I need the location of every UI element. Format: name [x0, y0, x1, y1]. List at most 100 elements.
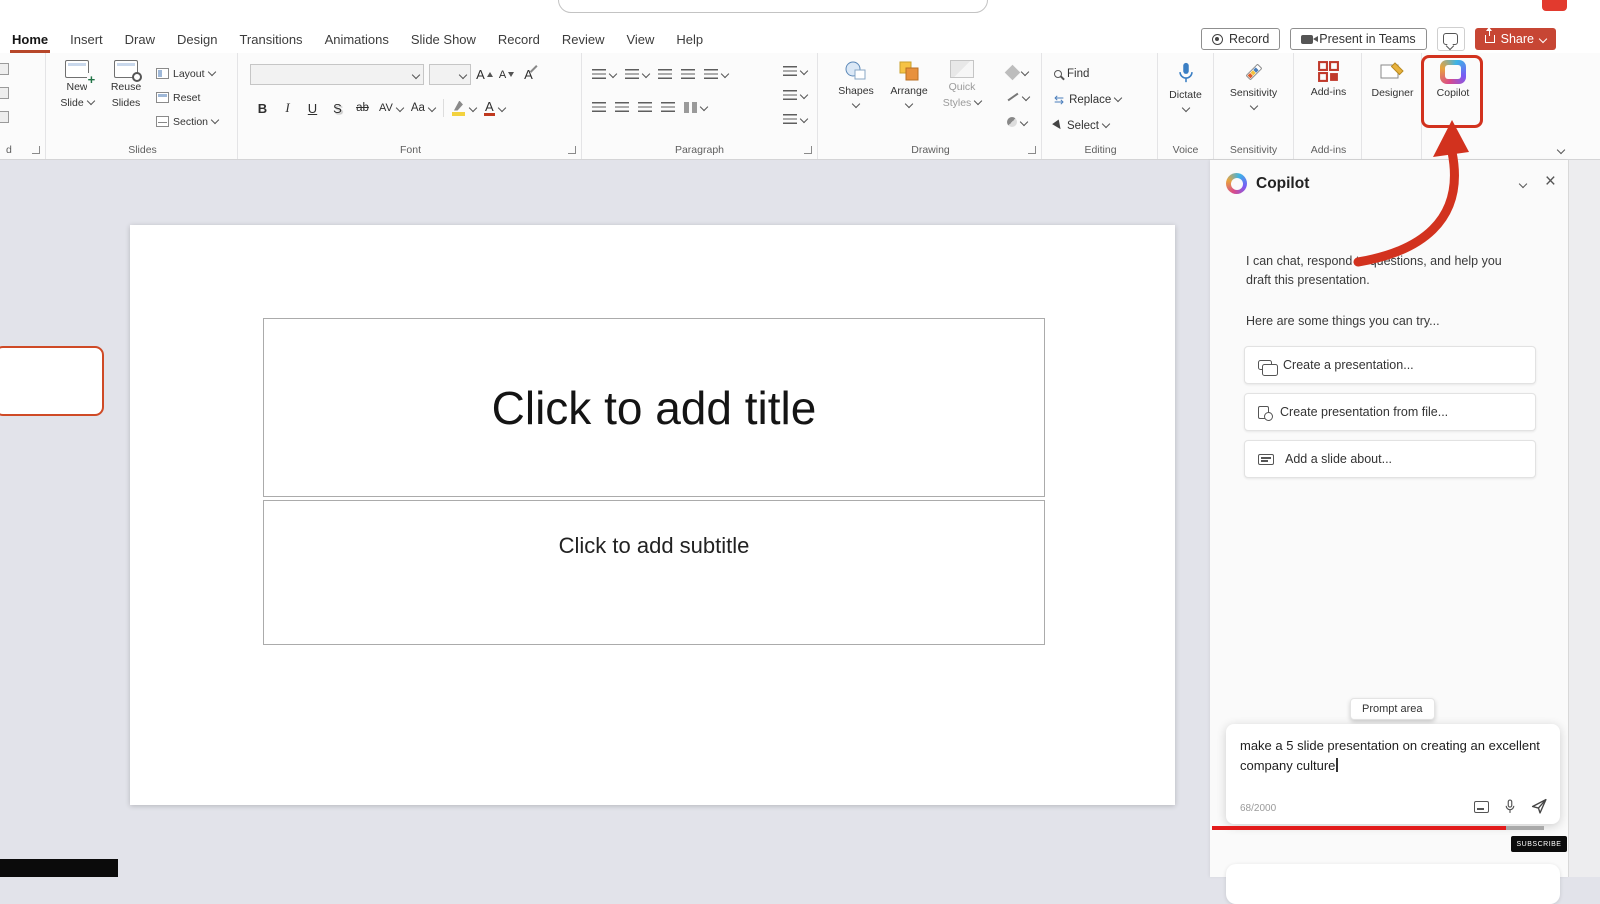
close-icon[interactable]: × [1545, 172, 1556, 191]
suggestion-create-presentation[interactable]: Create a presentation... [1244, 346, 1536, 384]
find-icon [1054, 70, 1062, 78]
font-name-combo[interactable] [250, 64, 424, 85]
subtitle-placeholder[interactable]: Click to add subtitle [263, 500, 1045, 645]
divider [443, 99, 444, 117]
underline-button[interactable]: U [304, 98, 321, 118]
comments-button[interactable] [1437, 27, 1465, 51]
copilot-prompt-input[interactable]: make a 5 slide presentation on creating … [1226, 724, 1560, 776]
replace-button[interactable]: ⇆Replace [1054, 88, 1121, 111]
dialog-launcher-icon[interactable] [568, 146, 576, 154]
strikethrough-button[interactable]: ab [354, 98, 371, 118]
cut-icon[interactable] [0, 63, 9, 75]
comment-icon [1443, 33, 1458, 45]
tab-view[interactable]: View [615, 25, 665, 53]
quick-styles-button[interactable]: Quick Styles [940, 53, 984, 110]
line-spacing-button[interactable] [704, 65, 728, 83]
title-placeholder[interactable]: Click to add title [263, 318, 1045, 497]
arrange-button[interactable]: Arrange [886, 53, 932, 110]
section-button[interactable]: Section [156, 113, 218, 130]
subscribe-badge: SUBSCRIBE [1511, 836, 1567, 852]
grow-font-button[interactable]: A [476, 65, 493, 85]
tab-design[interactable]: Design [166, 25, 228, 53]
text-caret [1336, 758, 1337, 772]
italic-button[interactable]: I [279, 98, 296, 118]
align-center-icon [615, 102, 629, 113]
align-center-button[interactable] [615, 98, 629, 116]
text-direction-button[interactable] [783, 62, 807, 80]
columns-button[interactable] [684, 98, 707, 116]
collapse-ribbon-icon[interactable] [1557, 146, 1565, 154]
reset-icon [156, 92, 169, 103]
share-button[interactable]: Share [1475, 28, 1556, 50]
dialog-launcher-icon[interactable] [804, 146, 812, 154]
slide-thumbnail[interactable] [0, 346, 104, 416]
record-button[interactable]: Record [1201, 28, 1280, 50]
shape-effects-button[interactable] [1007, 113, 1029, 131]
mic-icon[interactable] [1503, 798, 1517, 815]
clear-formatting-button[interactable]: A [520, 65, 537, 85]
outdent-icon [658, 69, 672, 80]
change-case-button[interactable]: Aa [411, 98, 435, 118]
tab-record[interactable]: Record [487, 25, 551, 53]
tab-draw[interactable]: Draw [114, 25, 166, 53]
shrink-font-button[interactable]: A [498, 65, 515, 85]
designer-button[interactable]: Designer [1364, 53, 1421, 100]
tab-animations[interactable]: Animations [314, 25, 400, 53]
find-button[interactable]: Find [1054, 62, 1121, 85]
columns-icon [684, 102, 697, 113]
tab-review[interactable]: Review [551, 25, 616, 53]
sensitivity-button[interactable]: Sensitivity [1214, 53, 1293, 109]
format-painter-icon[interactable] [0, 111, 9, 123]
shape-fill-button[interactable] [1007, 63, 1029, 81]
suggestion-add-slide[interactable]: Add a slide about... [1244, 440, 1536, 478]
layout-button[interactable]: Layout [156, 65, 218, 82]
chevron-down-icon [1539, 35, 1547, 43]
highlight-color-button[interactable] [452, 98, 476, 118]
copilot-pane: Copilot × I can chat, respond to questio… [1210, 160, 1568, 877]
dictate-button[interactable]: Dictate [1158, 53, 1213, 111]
dialog-launcher-icon[interactable] [1028, 146, 1036, 154]
tab-slide-show[interactable]: Slide Show [400, 25, 487, 53]
tab-insert[interactable]: Insert [59, 25, 114, 53]
tab-home[interactable]: Home [1, 25, 59, 53]
align-right-button[interactable] [638, 98, 652, 116]
smartart-button[interactable] [783, 110, 807, 128]
font-size-combo[interactable] [429, 64, 471, 85]
ribbon-tab-row: Home Insert Draw Design Transitions Anim… [0, 25, 1600, 53]
shapes-icon [844, 60, 868, 82]
send-icon[interactable] [1531, 798, 1548, 815]
shape-outline-button[interactable] [1007, 88, 1029, 106]
align-left-button[interactable] [592, 98, 606, 116]
tab-help[interactable]: Help [665, 25, 714, 53]
justify-button[interactable] [661, 98, 675, 116]
bold-button[interactable]: B [254, 98, 271, 118]
search-bar[interactable] [558, 0, 988, 13]
suggestion-create-from-file[interactable]: Create presentation from file... [1244, 393, 1536, 431]
char-count: 68/2000 [1240, 803, 1276, 814]
present-in-teams-button[interactable]: Present in Teams [1290, 28, 1426, 50]
paste-icon[interactable] [0, 87, 9, 99]
font-color-button[interactable]: A [484, 98, 505, 118]
tab-transitions[interactable]: Transitions [228, 25, 313, 53]
dialog-launcher-icon[interactable] [32, 146, 40, 154]
chevron-down-icon [1249, 102, 1257, 110]
select-icon [1052, 120, 1064, 132]
decrease-indent-button[interactable] [658, 65, 672, 83]
collapse-pane-icon[interactable] [1519, 180, 1527, 188]
shapes-button[interactable]: Shapes [834, 53, 878, 110]
ribbon-group-font: A A A B I U S ab AV Aa A Font [240, 53, 582, 159]
add-ins-button[interactable]: Add-ins [1296, 53, 1361, 99]
slide-canvas[interactable]: Click to add title Click to add subtitle [130, 225, 1175, 805]
text-shadow-button[interactable]: S [329, 98, 346, 118]
align-text-button[interactable] [783, 86, 807, 104]
new-slide-button[interactable]: New Slide [54, 53, 100, 130]
reset-button[interactable]: Reset [156, 89, 218, 106]
increase-indent-button[interactable] [681, 65, 695, 83]
slide-notes-icon[interactable] [1474, 801, 1489, 813]
bullets-button[interactable] [592, 65, 616, 83]
character-spacing-button[interactable]: AV [379, 98, 403, 118]
group-label-slides: Slides [48, 144, 237, 156]
select-button[interactable]: Select [1054, 114, 1121, 137]
reuse-slides-button[interactable]: Reuse Slides [102, 53, 150, 130]
numbering-button[interactable] [625, 65, 649, 83]
